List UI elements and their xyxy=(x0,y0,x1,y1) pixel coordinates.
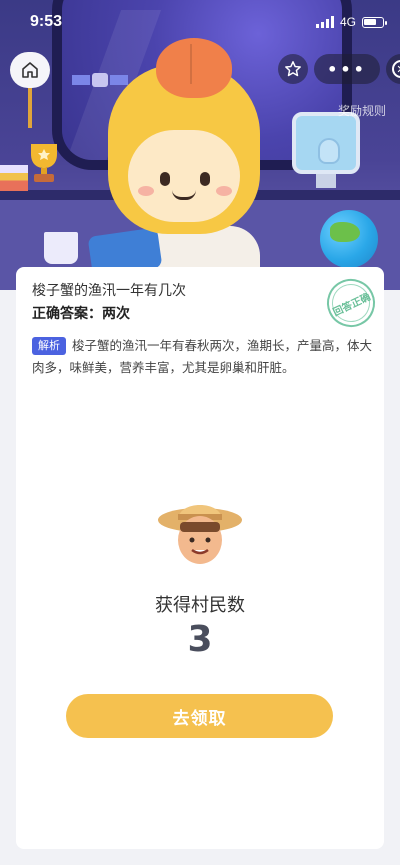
mascot-eye-right xyxy=(200,172,210,186)
network-type: 4G xyxy=(339,15,356,29)
close-button[interactable]: ✕ xyxy=(386,54,400,84)
analysis-text: 梭子蟹的渔汛一年有春秋两次，渔期长，产量高，体大肉多，味鲜美，营养丰富，尤其是卵… xyxy=(32,338,373,375)
globe-icon xyxy=(320,210,378,268)
status-bar: 9:53 4G xyxy=(0,0,400,44)
peach-icon xyxy=(156,38,232,98)
stamp-label: 回答正确 xyxy=(331,291,373,319)
home-icon xyxy=(22,62,38,78)
rules-link[interactable]: 奖励规则 xyxy=(338,102,386,119)
mascot-face xyxy=(128,130,240,222)
trophy-icon xyxy=(31,144,57,182)
correct-stamp: 回答正确 xyxy=(319,271,383,335)
mug-icon xyxy=(44,232,78,264)
satellite-icon xyxy=(72,73,128,87)
signal-icon xyxy=(315,16,334,28)
star-icon xyxy=(285,61,301,77)
monitor xyxy=(292,112,360,174)
more-icon: ••• xyxy=(327,59,367,79)
claim-button[interactable]: 去领取 xyxy=(66,694,333,738)
status-time: 9:53 xyxy=(30,13,63,30)
correct-answer: 正确答案：两次 xyxy=(32,306,130,322)
reward-label: 获得村民数 xyxy=(155,595,245,616)
villager-avatar xyxy=(158,505,242,564)
question-text: 梭子蟹的渔汛一年有几次 xyxy=(32,283,186,299)
analysis-block: 解析 梭子蟹的渔汛一年有春秋两次，渔期长，产量高，体大肉多，味鲜美，营养丰富，尤其… xyxy=(32,335,372,379)
more-button[interactable]: ••• xyxy=(314,54,380,84)
alien-icon xyxy=(318,138,340,164)
status-indicators: 4G xyxy=(315,15,387,29)
favorite-button[interactable] xyxy=(278,54,308,84)
battery-icon xyxy=(362,16,387,28)
reward-count: 3 xyxy=(187,619,213,660)
mini-program-capsule: ••• ✕ xyxy=(278,54,400,84)
books xyxy=(0,165,28,191)
close-circle-icon: ✕ xyxy=(392,60,400,78)
home-button[interactable] xyxy=(10,52,50,128)
mascot-eye-left xyxy=(160,172,170,186)
analysis-tag: 解析 xyxy=(32,337,66,355)
result-card: 梭子蟹的渔汛一年有几次 正确答案：两次 回答正确 解析 梭子蟹的渔汛一年有春秋两次… xyxy=(16,267,384,849)
